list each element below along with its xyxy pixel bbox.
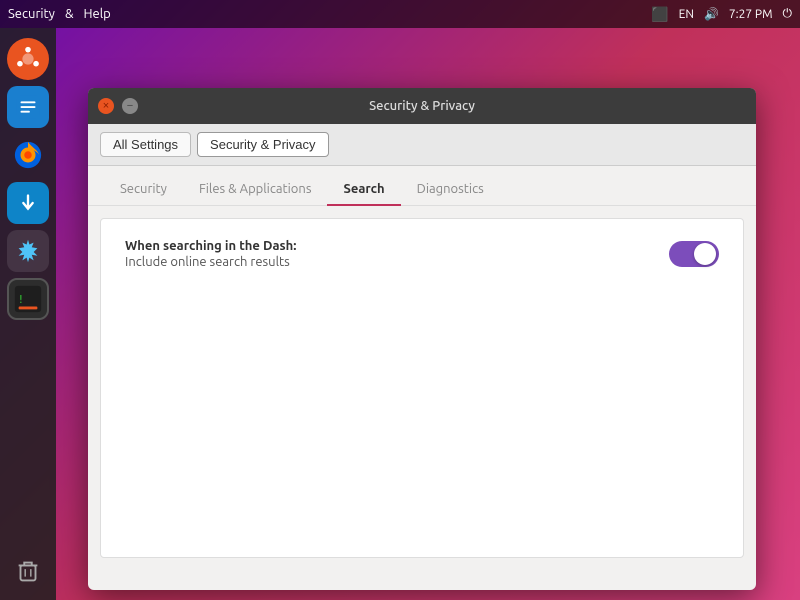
dock-item-security-app[interactable]: ! xyxy=(7,278,49,320)
window-title: Security & Privacy xyxy=(369,99,475,113)
current-section-button[interactable]: Security & Privacy xyxy=(197,132,328,157)
topbar-right: ⬛ EN 🔊 7:27 PM ⏻ xyxy=(651,6,792,23)
setting-title: When searching in the Dash: xyxy=(125,239,296,253)
toggle-knob xyxy=(694,243,716,265)
topbar-left: Security & Help xyxy=(8,7,111,21)
app-menu-security[interactable]: Security xyxy=(8,7,55,21)
minimize-icon: − xyxy=(127,100,133,112)
topbar: Security & Help ⬛ EN 🔊 7:27 PM ⏻ xyxy=(0,0,800,28)
close-button[interactable]: × xyxy=(98,98,114,114)
dock-item-system-tools[interactable] xyxy=(7,230,49,272)
dock: ! xyxy=(0,28,56,600)
search-setting-row: When searching in the Dash: Include onli… xyxy=(125,239,719,269)
minimize-button[interactable]: − xyxy=(122,98,138,114)
tab-files-applications[interactable]: Files & Applications xyxy=(183,174,328,206)
dock-item-ubuntu[interactable] xyxy=(7,38,49,80)
topbar-separator: & xyxy=(65,7,74,21)
window-bottom-padding xyxy=(88,570,756,590)
close-icon: × xyxy=(103,100,109,112)
main-window: × − Security & Privacy All Settings Secu… xyxy=(88,88,756,590)
monitor-icon: ⬛ xyxy=(651,6,668,23)
power-icon[interactable]: ⏻ xyxy=(783,7,793,21)
all-settings-button[interactable]: All Settings xyxy=(100,132,191,157)
tab-security[interactable]: Security xyxy=(104,174,183,206)
setting-subtitle: Include online search results xyxy=(125,255,296,269)
titlebar: × − Security & Privacy xyxy=(88,88,756,124)
dock-item-firefox[interactable] xyxy=(7,134,49,176)
breadcrumb-bar: All Settings Security & Privacy xyxy=(88,124,756,166)
tab-diagnostics[interactable]: Diagnostics xyxy=(401,174,500,206)
clock: 7:27 PM xyxy=(729,8,773,21)
dock-item-store[interactable] xyxy=(7,182,49,224)
content-area: When searching in the Dash: Include onli… xyxy=(100,218,744,558)
dock-item-files[interactable] xyxy=(7,86,49,128)
volume-icon: 🔊 xyxy=(704,7,719,21)
online-search-toggle[interactable] xyxy=(669,241,719,267)
app-menu-help[interactable]: Help xyxy=(83,7,110,21)
tab-search[interactable]: Search xyxy=(327,174,400,206)
dock-item-trash[interactable] xyxy=(7,550,49,592)
setting-labels: When searching in the Dash: Include onli… xyxy=(125,239,296,269)
tabs-bar: Security Files & Applications Search Dia… xyxy=(88,166,756,206)
svg-text:!: ! xyxy=(18,294,24,306)
language-indicator[interactable]: EN xyxy=(679,8,694,21)
